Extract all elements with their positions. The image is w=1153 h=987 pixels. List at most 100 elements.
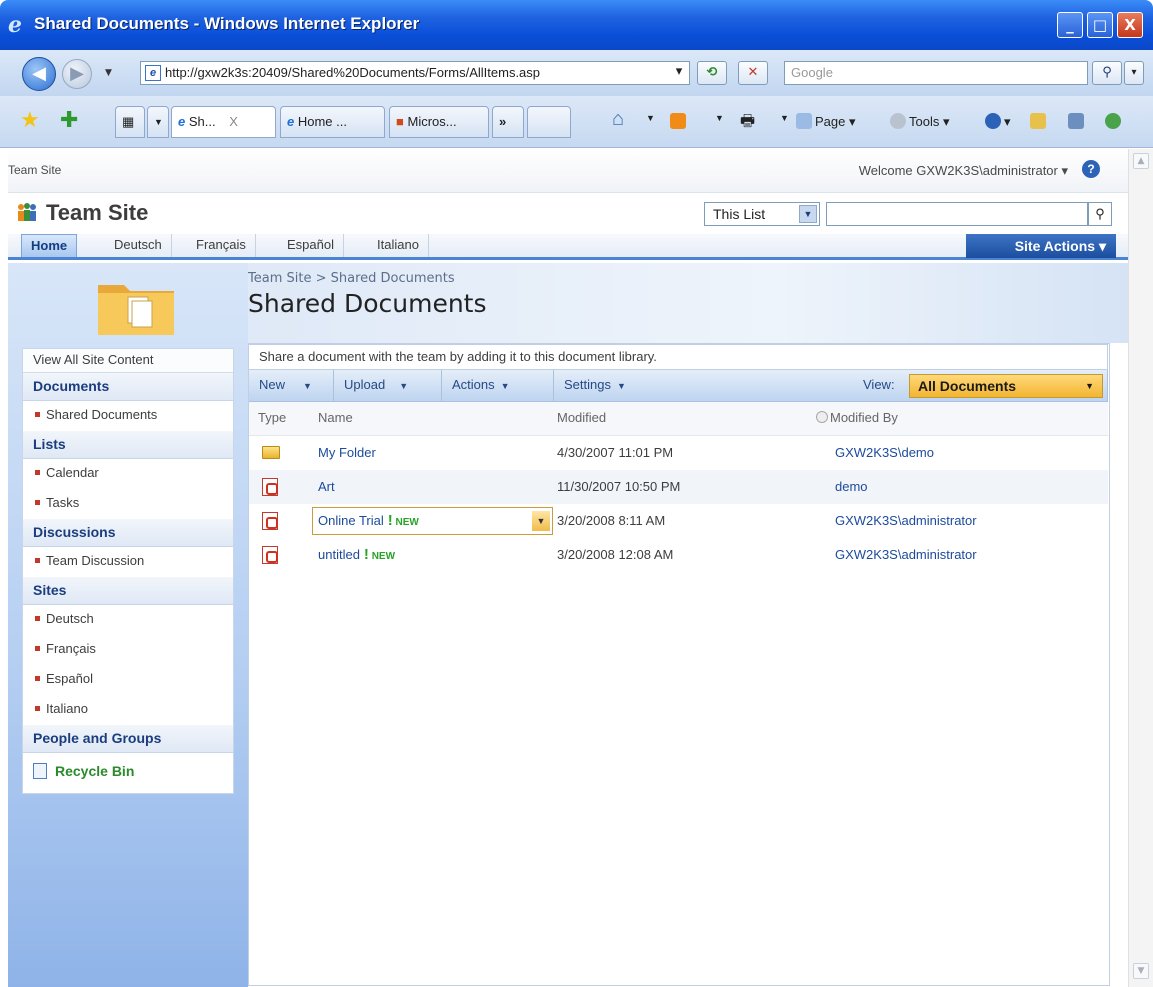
- back-button[interactable]: ◀: [22, 57, 56, 91]
- view-label: View:: [863, 377, 895, 392]
- tools-menu[interactable]: Tools ▾: [890, 113, 950, 130]
- close-button[interactable]: X: [1117, 12, 1143, 38]
- upload-menu-label: Upload: [344, 377, 386, 392]
- breadcrumb[interactable]: Team Site > Shared Documents: [248, 271, 455, 286]
- new-badge: ! NEW: [387, 512, 419, 529]
- view-all-site-content-link[interactable]: View All Site Content: [23, 349, 233, 373]
- add-favorites-icon[interactable]: ✚: [60, 108, 78, 133]
- global-breadcrumb[interactable]: Team Site: [8, 163, 61, 177]
- documents-heading[interactable]: Documents: [23, 373, 233, 401]
- refresh-button[interactable]: ⟲: [697, 61, 727, 85]
- stop-button[interactable]: ✕: [738, 61, 768, 85]
- nav-deutsch[interactable]: Deutsch: [23, 605, 233, 635]
- tab-list-dropdown[interactable]: ▼: [147, 106, 169, 138]
- tab-francais[interactable]: Français: [187, 234, 256, 257]
- tab-overflow-button[interactable]: »: [492, 106, 524, 138]
- column-modified-by[interactable]: Modified By: [816, 402, 1076, 434]
- favorites-star-icon[interactable]: ★: [20, 108, 40, 133]
- document-name-link[interactable]: My Folder: [318, 436, 558, 470]
- help-menu[interactable]: ▾: [985, 113, 1011, 130]
- tab-shared-documents[interactable]: e Sh... X: [171, 106, 276, 138]
- minimize-button[interactable]: _: [1057, 12, 1083, 38]
- ms-tab-icon: ■: [396, 114, 404, 129]
- modified-by-link[interactable]: demo: [835, 470, 1095, 504]
- upload-menu[interactable]: Upload ▼: [334, 370, 442, 402]
- table-row: Art 11/30/2007 10:50 PM demo: [248, 470, 1108, 504]
- welcome-menu[interactable]: Welcome GXW2K3S\administrator ▾: [859, 163, 1068, 179]
- help-icon[interactable]: ?: [1082, 160, 1100, 178]
- vertical-scrollbar[interactable]: ▲ ▼: [1128, 149, 1153, 987]
- tab-deutsch[interactable]: Deutsch: [105, 234, 172, 257]
- new-badge: ! NEW: [363, 546, 396, 563]
- scroll-up-icon[interactable]: ▲: [1133, 153, 1149, 169]
- new-tab-button[interactable]: [527, 106, 571, 138]
- modified-by-link[interactable]: GXW2K3S\administrator: [835, 504, 1095, 538]
- document-name-link[interactable]: Art: [318, 470, 558, 504]
- page-menu[interactable]: Page ▾: [796, 113, 856, 130]
- print-icon[interactable]: 🖶: [740, 110, 755, 137]
- tab-home[interactable]: e Home ...: [280, 106, 385, 138]
- nav-espanol[interactable]: Español: [23, 665, 233, 695]
- tab-home[interactable]: Home: [21, 234, 78, 257]
- search-icon[interactable]: ⚲: [1092, 61, 1122, 85]
- recycle-bin-link[interactable]: Recycle Bin: [23, 753, 233, 793]
- discussions-heading[interactable]: Discussions: [23, 519, 233, 547]
- lists-heading[interactable]: Lists: [23, 431, 233, 459]
- forward-button[interactable]: ▶: [62, 59, 92, 89]
- settings-menu[interactable]: Settings ▼: [554, 370, 664, 402]
- actions-menu[interactable]: Actions ▼: [442, 370, 554, 402]
- page-icon: e: [145, 65, 161, 81]
- nav-italiano[interactable]: Italiano: [23, 695, 233, 725]
- modified-by-link[interactable]: GXW2K3S\demo: [835, 436, 1095, 470]
- column-modified[interactable]: Modified: [557, 402, 817, 434]
- ie-tab-icon: e: [287, 114, 295, 129]
- document-library-folder-icon: [98, 285, 174, 335]
- actions-menu-label: Actions: [452, 377, 495, 392]
- maximize-button[interactable]: □: [1087, 12, 1113, 38]
- document-name-link[interactable]: untitled! NEW: [318, 538, 558, 574]
- home-icon[interactable]: ⌂: [612, 108, 624, 131]
- column-name[interactable]: Name: [318, 402, 558, 434]
- document-name-link[interactable]: Online Trial! NEW: [318, 504, 558, 540]
- site-title[interactable]: Team Site: [46, 200, 148, 226]
- ie-tab-icon: e: [178, 114, 186, 129]
- history-dropdown-icon[interactable]: ▼: [105, 68, 112, 78]
- view-selector[interactable]: All Documents ▼: [909, 374, 1103, 398]
- tab-espanol[interactable]: Español: [278, 234, 344, 257]
- site-actions-menu[interactable]: Site Actions ▾: [966, 234, 1116, 258]
- home-dropdown-icon[interactable]: ▼: [646, 113, 655, 123]
- tab-microsoft[interactable]: ■ Micros...: [389, 106, 489, 138]
- address-text: http://gxw2k3s:20409/Shared%20Documents/…: [165, 65, 541, 80]
- nav-shared-documents[interactable]: Shared Documents: [23, 401, 233, 431]
- nav-calendar[interactable]: Calendar: [23, 459, 233, 489]
- nav-tasks[interactable]: Tasks: [23, 489, 233, 519]
- address-dropdown-icon[interactable]: ▾: [668, 61, 690, 85]
- blog-icon[interactable]: [1068, 113, 1087, 129]
- new-menu[interactable]: New ▼: [249, 370, 334, 402]
- search-options-icon[interactable]: ▾: [1124, 61, 1144, 85]
- close-tab-icon[interactable]: X: [229, 114, 238, 129]
- research-icon[interactable]: [1030, 113, 1049, 129]
- site-search-input[interactable]: [826, 202, 1088, 226]
- feeds-icon[interactable]: [670, 113, 689, 129]
- search-scope-select[interactable]: This List ▼: [704, 202, 820, 226]
- feeds-dropdown-icon[interactable]: ▼: [715, 113, 724, 123]
- nav-team-discussion[interactable]: Team Discussion: [23, 547, 233, 577]
- messenger-icon[interactable]: [1105, 113, 1124, 129]
- tab-italiano[interactable]: Italiano: [368, 234, 429, 257]
- quick-tabs-button[interactable]: ▦: [115, 106, 145, 138]
- address-input[interactable]: e http://gxw2k3s:20409/Shared%20Document…: [140, 61, 690, 85]
- search-go-icon[interactable]: ⚲: [1088, 202, 1112, 226]
- nav-francais[interactable]: Français: [23, 635, 233, 665]
- people-logo-icon: [18, 203, 36, 221]
- sites-heading[interactable]: Sites: [23, 577, 233, 605]
- print-dropdown-icon[interactable]: ▼: [780, 113, 789, 123]
- pdf-icon: [262, 478, 278, 496]
- search-input[interactable]: Google: [784, 61, 1088, 85]
- people-and-groups-heading[interactable]: People and Groups: [23, 725, 233, 753]
- help-icon: [985, 113, 1001, 129]
- column-type[interactable]: Type: [258, 402, 318, 434]
- scroll-down-icon[interactable]: ▼: [1133, 963, 1149, 979]
- modified-by-link[interactable]: GXW2K3S\administrator: [835, 538, 1095, 572]
- tools-menu-label: Tools: [909, 114, 940, 129]
